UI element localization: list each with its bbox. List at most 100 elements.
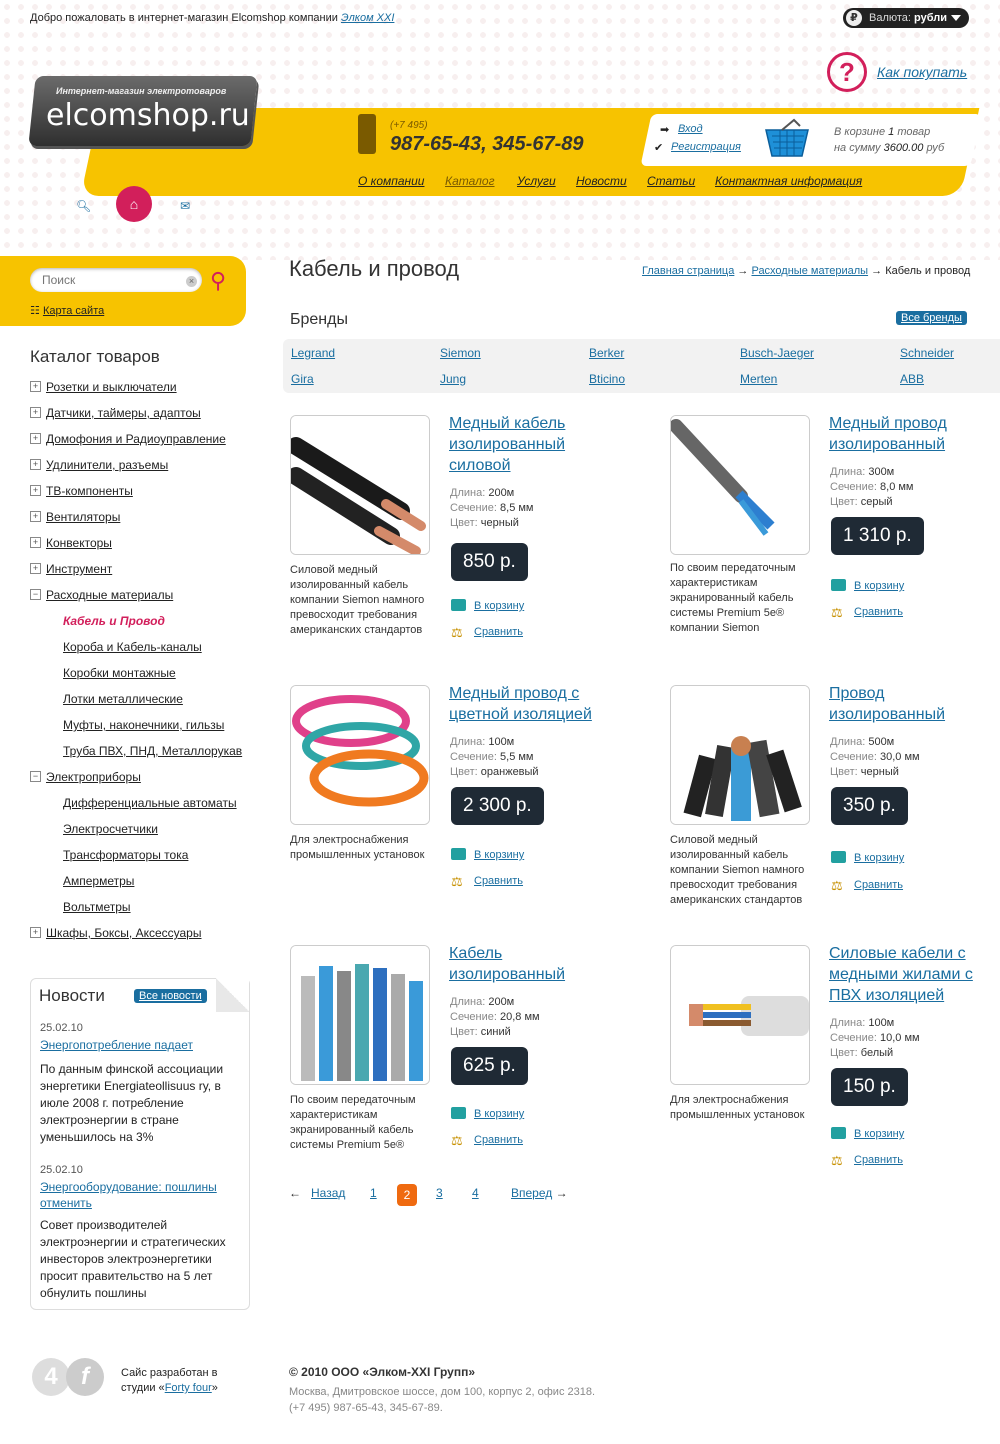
catalog-item[interactable]: Лотки металлические bbox=[30, 690, 260, 716]
add-to-cart[interactable]: В корзину bbox=[451, 848, 524, 861]
nav-catalog[interactable]: Каталог bbox=[445, 174, 495, 188]
brand-link[interactable]: Merten bbox=[740, 372, 777, 386]
nav-contacts[interactable]: Контактная информация bbox=[715, 174, 862, 188]
compare[interactable]: ⚖ Сравнить bbox=[831, 1153, 903, 1168]
brand-link[interactable]: Siemon bbox=[440, 346, 481, 360]
pager-page[interactable]: 3 bbox=[436, 1186, 443, 1200]
pager-next-link[interactable]: Вперед bbox=[511, 1186, 552, 1200]
catalog-item-label[interactable]: Вентиляторы bbox=[46, 509, 120, 525]
compare[interactable]: ⚖ Сравнить bbox=[831, 878, 903, 893]
expand-icon[interactable]: + bbox=[30, 927, 41, 938]
register-link[interactable]: Регистрация bbox=[671, 141, 741, 153]
catalog-item[interactable]: Коробки монтажные bbox=[30, 664, 260, 690]
nav-about[interactable]: О компании bbox=[358, 174, 424, 188]
catalog-item[interactable]: Трансформаторы тока bbox=[30, 846, 260, 872]
expand-icon[interactable]: + bbox=[30, 433, 41, 444]
brand-link[interactable]: Busch-Jaeger bbox=[740, 346, 814, 360]
product-title[interactable]: Медный провод изолированный bbox=[829, 413, 979, 455]
catalog-item[interactable]: Кабель и Провод bbox=[30, 612, 260, 638]
catalog-item[interactable]: Амперметры bbox=[30, 872, 260, 898]
mail-icon[interactable]: ✉ bbox=[180, 199, 190, 213]
brand-link[interactable]: Legrand bbox=[291, 346, 335, 360]
product-title[interactable]: Кабель изолированный bbox=[449, 943, 599, 985]
search-input[interactable] bbox=[40, 272, 184, 288]
search-button[interactable]: ⚲ bbox=[210, 268, 226, 294]
pager-page[interactable]: 1 bbox=[370, 1186, 377, 1200]
sitemap-link[interactable]: Карта сайта bbox=[43, 305, 104, 317]
catalog-item-label[interactable]: ТВ-компоненты bbox=[46, 483, 133, 499]
all-brands-button[interactable]: Все бренды bbox=[896, 311, 967, 325]
search-icon[interactable]: 🔍︎ bbox=[76, 199, 91, 213]
expand-icon[interactable]: + bbox=[30, 537, 41, 548]
add-to-cart-link[interactable]: В корзину bbox=[854, 1128, 904, 1140]
nav-services[interactable]: Услуги bbox=[517, 174, 556, 188]
catalog-item-label[interactable]: Амперметры bbox=[63, 873, 134, 889]
pager-next[interactable]: Вперед → bbox=[511, 1186, 568, 1200]
catalog-item-label[interactable]: Шкафы, Боксы, Аксессуары bbox=[46, 925, 201, 941]
add-to-cart-link[interactable]: В корзину bbox=[854, 852, 904, 864]
news-headline[interactable]: Энергопотребление падает bbox=[40, 1038, 193, 1052]
compare[interactable]: ⚖ Сравнить bbox=[831, 605, 903, 620]
collapse-icon[interactable]: − bbox=[30, 771, 41, 782]
compare-link[interactable]: Сравнить bbox=[474, 1134, 523, 1146]
add-to-cart[interactable]: В корзину bbox=[451, 599, 524, 612]
studio-logo-4[interactable]: 4 bbox=[32, 1358, 70, 1396]
catalog-item[interactable]: Электросчетчики bbox=[30, 820, 260, 846]
nav-news[interactable]: Новости bbox=[576, 174, 627, 188]
catalog-item[interactable]: + ТВ-компоненты bbox=[30, 482, 260, 508]
studio-link[interactable]: Forty four bbox=[165, 1382, 212, 1394]
catalog-item-label[interactable]: Трансформаторы тока bbox=[63, 847, 188, 863]
catalog-item-label[interactable]: Электроприборы bbox=[46, 769, 141, 785]
expand-icon[interactable]: + bbox=[30, 407, 41, 418]
expand-icon[interactable]: + bbox=[30, 459, 41, 470]
breadcrumb-consumables[interactable]: Расходные материалы bbox=[751, 265, 868, 277]
catalog-item-label[interactable]: Инструмент bbox=[46, 561, 112, 577]
product-title[interactable]: Медный кабель изолированный силовой bbox=[449, 413, 599, 476]
product-title[interactable]: Силовые кабели с медными жилами с ПВХ из… bbox=[829, 943, 979, 1006]
catalog-item-label[interactable]: Кабель и Провод bbox=[63, 613, 165, 629]
product-title[interactable]: Медный провод с цветной изоляцией bbox=[449, 683, 599, 725]
pager-prev[interactable]: ← Назад bbox=[289, 1186, 345, 1200]
add-to-cart-link[interactable]: В корзину bbox=[854, 580, 904, 592]
brand-link[interactable]: Berker bbox=[589, 346, 624, 360]
brand-link[interactable]: Schneider bbox=[900, 346, 954, 360]
product-image[interactable] bbox=[290, 945, 430, 1085]
catalog-item-label[interactable]: Муфты, наконечники, гильзы bbox=[63, 717, 224, 733]
catalog-item-label[interactable]: Электросчетчики bbox=[63, 821, 158, 837]
catalog-item[interactable]: Труба ПВХ, ПНД, Металлорукав bbox=[30, 742, 260, 768]
add-to-cart[interactable]: В корзину bbox=[831, 579, 904, 592]
breadcrumb-home[interactable]: Главная страница bbox=[642, 265, 734, 277]
catalog-item-label[interactable]: Расходные материалы bbox=[46, 587, 173, 603]
product-image[interactable] bbox=[670, 685, 810, 825]
catalog-item-label[interactable]: Вольтметры bbox=[63, 899, 131, 915]
catalog-item[interactable]: − Расходные материалы bbox=[30, 586, 260, 612]
company-link[interactable]: Элком XXI bbox=[341, 12, 394, 24]
brand-link[interactable]: Bticino bbox=[589, 372, 625, 386]
home-icon[interactable]: ⌂ bbox=[116, 186, 152, 222]
catalog-item[interactable]: + Домофония и Радиоуправление bbox=[30, 430, 260, 456]
login-link[interactable]: Вход bbox=[678, 123, 703, 135]
catalog-item[interactable]: + Вентиляторы bbox=[30, 508, 260, 534]
catalog-item[interactable]: − Электроприборы bbox=[30, 768, 260, 794]
catalog-item-label[interactable]: Лотки металлические bbox=[63, 691, 183, 707]
catalog-item[interactable]: Вольтметры bbox=[30, 898, 260, 924]
search-field[interactable] bbox=[30, 268, 202, 292]
product-image[interactable] bbox=[290, 415, 430, 555]
catalog-item[interactable]: Дифференциальные автоматы bbox=[30, 794, 260, 820]
catalog-item-label[interactable]: Конвекторы bbox=[46, 535, 112, 551]
add-to-cart[interactable]: В корзину bbox=[831, 1127, 904, 1140]
brand-link[interactable]: Jung bbox=[440, 372, 466, 386]
product-title[interactable]: Провод изолированный bbox=[829, 683, 979, 725]
product-image[interactable] bbox=[290, 685, 430, 825]
product-image[interactable] bbox=[670, 415, 810, 555]
clear-icon[interactable]: × bbox=[186, 276, 197, 287]
compare[interactable]: ⚖ Сравнить bbox=[451, 625, 523, 640]
compare-link[interactable]: Сравнить bbox=[474, 626, 523, 638]
catalog-item[interactable]: Муфты, наконечники, гильзы bbox=[30, 716, 260, 742]
nav-articles[interactable]: Статьи bbox=[647, 174, 695, 188]
logo-title[interactable]: elcomshop.ru bbox=[46, 98, 250, 133]
add-to-cart-link[interactable]: В корзину bbox=[474, 1108, 524, 1120]
catalog-item-label[interactable]: Коробки монтажные bbox=[63, 665, 176, 681]
compare-link[interactable]: Сравнить bbox=[854, 1154, 903, 1166]
expand-icon[interactable]: + bbox=[30, 485, 41, 496]
